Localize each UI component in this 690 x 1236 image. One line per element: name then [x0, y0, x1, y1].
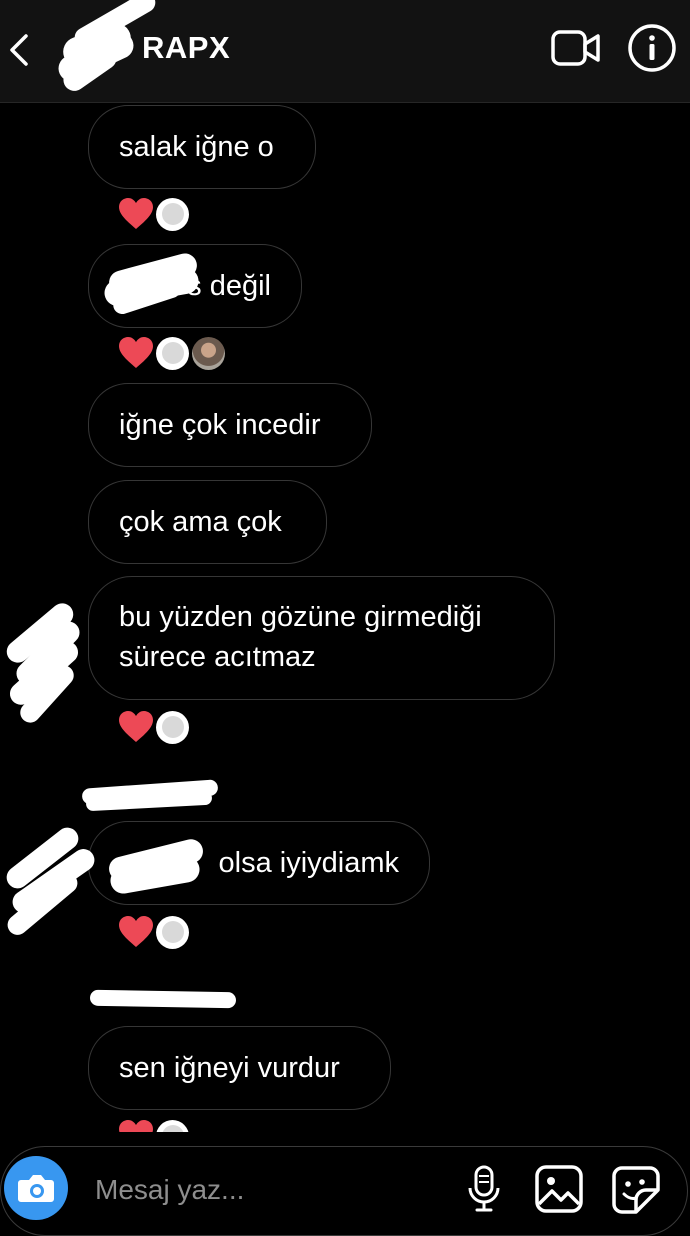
message-composer: Mesaj yaz... [0, 1144, 690, 1236]
avatar [156, 915, 189, 949]
heart-icon [119, 337, 153, 368]
message-bubble[interactable]: çok ama çok [88, 480, 327, 564]
avatar [156, 710, 189, 744]
microphone-icon[interactable] [464, 1164, 504, 1214]
message-text: sen iğneyi vurdur [119, 1052, 340, 1084]
message-reactions[interactable] [118, 335, 225, 371]
chat-header: RAPX [0, 0, 690, 103]
message-bubble[interactable]: iğne çok incedir [88, 383, 372, 467]
message-text: salak iğne o [119, 131, 274, 163]
message-bubble[interactable]: bu yüzden gözüne girmediği sürece acıtma… [88, 576, 555, 700]
avatar-photo [192, 336, 225, 370]
message-text: olsa iyiydiamk [218, 847, 400, 879]
message-text: çok ama çok [119, 506, 282, 538]
chat-title[interactable]: RAPX [142, 30, 230, 66]
video-camera-icon[interactable] [550, 26, 602, 70]
avatar [156, 197, 189, 231]
heart-icon [119, 711, 153, 742]
message-text: s değil [187, 270, 271, 302]
message-text: bu yüzden gözüne girmediği sürece acıtma… [119, 601, 482, 673]
info-icon[interactable] [626, 22, 678, 74]
message-reactions[interactable] [118, 196, 189, 232]
message-reactions[interactable] [118, 1118, 189, 1132]
heart-icon [119, 1120, 153, 1132]
message-reactions[interactable] [118, 709, 189, 745]
message-thread[interactable]: salak iğne o s değil iğne çok incedir ço… [0, 102, 690, 1132]
heart-icon [119, 198, 153, 229]
message-text: iğne çok incedir [119, 409, 321, 441]
sticker-icon[interactable] [610, 1164, 662, 1216]
message-reactions[interactable] [118, 914, 189, 950]
message-bubble[interactable]: sen iğneyi vurdur [88, 1026, 391, 1110]
message-input-placeholder[interactable]: Mesaj yaz... [95, 1174, 244, 1206]
image-icon[interactable] [534, 1164, 584, 1214]
avatar [156, 1119, 189, 1132]
chevron-left-icon[interactable] [4, 28, 40, 72]
heart-icon [119, 916, 153, 947]
camera-button[interactable] [4, 1156, 68, 1220]
message-bubble[interactable]: salak iğne o [88, 105, 316, 189]
avatar [156, 336, 189, 370]
camera-icon [18, 1175, 54, 1202]
